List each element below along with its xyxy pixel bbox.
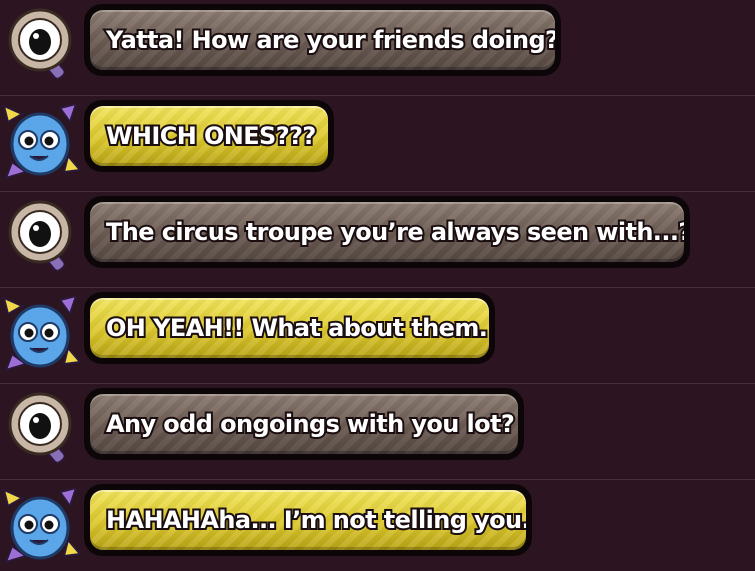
eyeball-avatar-icon [2,196,82,276]
chat-row: HAHAHAha... I’m not telling you. [0,480,755,571]
chat-row: Yatta! How are your friends doing? [0,0,755,96]
blue-horned-avatar-icon [2,292,82,372]
message-text: Yatta! How are your friends doing? [104,24,555,56]
message-bubble: Any odd ongoings with you lot? [84,388,524,460]
blue-horned-avatar-icon [2,484,82,564]
chat-row: Any odd ongoings with you lot? [0,384,755,480]
blue-horned-avatar-icon [2,100,82,180]
message-bubble: OH YEAH!! What about them. [84,292,495,364]
message-text: Any odd ongoings with you lot? [104,408,517,440]
chat-row: The circus troupe you’re always seen wit… [0,192,755,288]
message-bubble: HAHAHAha... I’m not telling you. [84,484,532,556]
chat-log: Yatta! How are your friends doing? WHICH… [0,0,755,571]
message-bubble: Yatta! How are your friends doing? [84,4,561,76]
chat-row: OH YEAH!! What about them. [0,288,755,384]
message-text: OH YEAH!! What about them. [104,312,489,344]
eyeball-avatar-icon [2,388,82,468]
chat-row: WHICH ONES??? [0,96,755,192]
eyeball-avatar-icon [2,4,82,84]
message-bubble: WHICH ONES??? [84,100,334,172]
message-text: HAHAHAha... I’m not telling you. [104,504,526,536]
message-text: WHICH ONES??? [104,120,318,152]
message-bubble: The circus troupe you’re always seen wit… [84,196,690,268]
message-text: The circus troupe you’re always seen wit… [104,216,684,248]
